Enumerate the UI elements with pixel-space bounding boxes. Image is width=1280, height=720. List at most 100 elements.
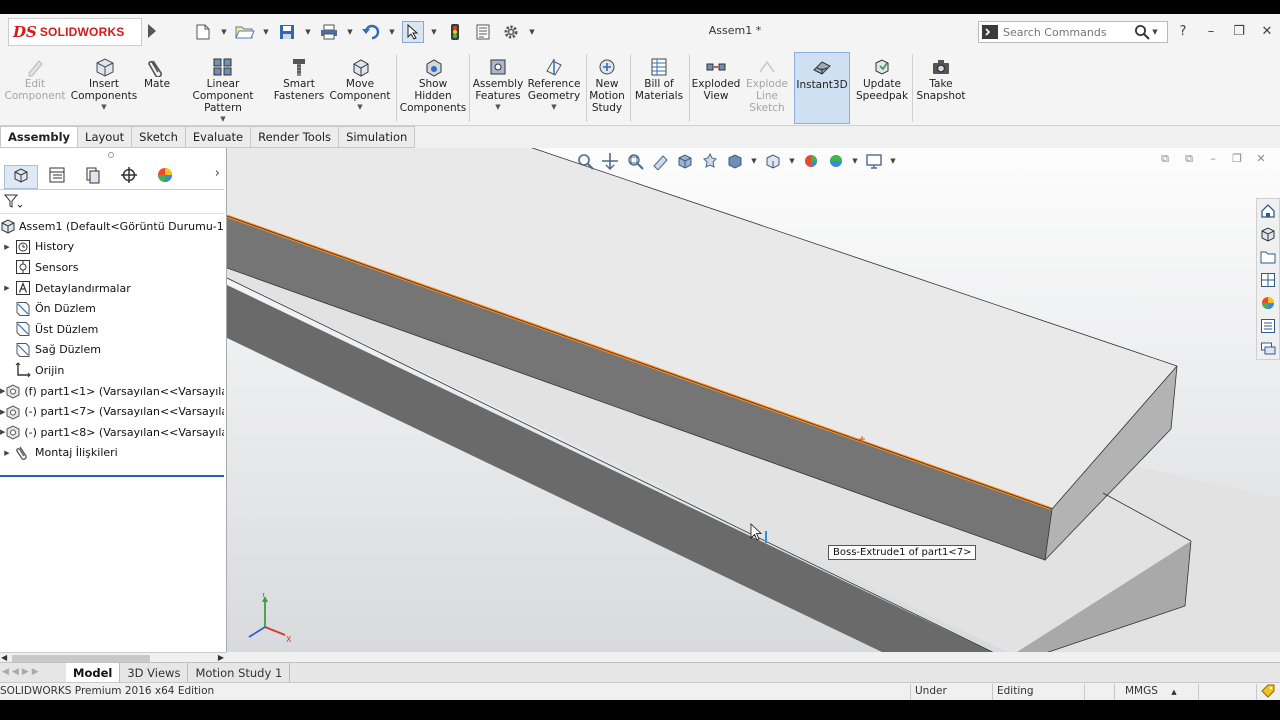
view-orientation-icon[interactable] [675,151,695,171]
tree-item-front-plane[interactable]: Ön Düzlem [0,298,224,319]
tab-motion-study-1[interactable]: Motion Study 1 [188,663,291,682]
viewport-tile-left-icon[interactable]: ⧉ [1158,152,1172,166]
apply-scene-dropdown-icon[interactable]: ▼ [851,157,859,165]
save-icon[interactable] [276,21,298,43]
tab-3d-views[interactable]: 3D Views [120,663,189,682]
mate-button[interactable]: Mate [140,56,174,90]
zoom-to-fit-icon[interactable] [575,151,595,171]
linear-component-pattern-button[interactable]: Linear Component Pattern ▼ [176,56,270,123]
expand-arrow-icon[interactable]: ▶ [0,449,14,457]
move-component-dropdown-icon[interactable]: ▼ [357,103,362,111]
solidworks-resources-home-icon[interactable] [1258,201,1278,222]
hide-show-dropdown-icon[interactable]: ▼ [788,157,796,165]
update-speedpak-button[interactable]: Update Speedpak [854,56,910,102]
search-dropdown-icon[interactable]: ▼ [1151,28,1159,36]
display-style-icon[interactable] [725,151,745,171]
new-document-icon[interactable] [192,21,214,43]
tab-sketch[interactable]: Sketch [132,126,186,148]
insert-components-dropdown-icon[interactable]: ▼ [101,103,106,111]
smart-fasteners-button[interactable]: Smart Fasteners [272,56,326,102]
tab-model[interactable]: Model [66,663,121,682]
scroll-left-icon[interactable]: ◀ [1,653,7,662]
units-dropdown-icon[interactable]: ▲ [1171,688,1176,696]
design-library-icon[interactable] [1258,224,1278,245]
minimize-button[interactable]: – [1202,20,1220,42]
tab-render-tools[interactable]: Render Tools [251,126,340,148]
hide-show-items-icon[interactable] [763,151,783,171]
new-dropdown-icon[interactable]: ▼ [220,28,228,36]
undo-dropdown-icon[interactable]: ▼ [388,28,396,36]
expand-arrow-icon[interactable]: ▶ [0,243,14,251]
tab-feature-tree[interactable] [4,164,38,189]
explode-line-sketch-button[interactable]: Explode Line Sketch [744,56,790,114]
edit-appearance-icon[interactable] [801,151,821,171]
tab-dimxpert-manager[interactable] [112,165,146,189]
scroll-right-icon[interactable]: ▶ [218,653,224,662]
reference-geometry-dropdown-icon[interactable]: ▼ [551,103,556,111]
solidworks-logo[interactable]: DS SOLIDWORKS [8,18,142,46]
graphics-viewport[interactable]: ▼ ▼ ▼ ▼ ⧉ ⧉ – ❐ ✕ Boss-Extrude1 of part1… [227,148,1280,652]
tab-layout[interactable]: Layout [78,126,133,148]
tree-item-part1-8[interactable]: ▶ (-) part1<8> (Varsayılan<<Varsayılan>_ [0,422,224,443]
save-dropdown-icon[interactable]: ▼ [304,28,312,36]
status-tags-icon[interactable] [1256,684,1280,700]
tree-item-sensors[interactable]: Sensors [0,257,224,278]
apply-scene-icon[interactable] [826,151,846,171]
file-explorer-icon[interactable] [1258,247,1278,268]
instant3d-button[interactable]: Instant3D [794,52,850,124]
open-folder-icon[interactable] [234,21,256,43]
tab-scroll-arrows-icon[interactable]: ◀◀▶▶ [2,667,42,677]
print-dropdown-icon[interactable]: ▼ [346,28,354,36]
exploded-view-button[interactable]: Exploded View [690,56,742,102]
tree-root-assembly[interactable]: Assem1 (Default<Görüntü Durumu-1>) [0,216,224,237]
viewport-close-icon[interactable]: ✕ [1254,152,1268,166]
tree-item-mates[interactable]: ▶ Montaj İlişkileri [0,443,224,464]
filter-funnel-icon[interactable] [3,193,23,212]
expand-arrow-icon[interactable]: ▶ [0,284,14,292]
tab-assembly[interactable]: Assembly [0,126,79,148]
tree-item-top-plane[interactable]: Üst Düzlem [0,319,224,340]
reference-triad-icon[interactable]: Y X [241,593,297,649]
command-search-icon[interactable] [981,23,999,41]
tab-property-manager[interactable] [40,165,74,189]
view-palette-icon[interactable] [1258,270,1278,291]
tab-configuration-manager[interactable] [76,165,110,189]
show-hidden-components-button[interactable]: Show Hidden Components [400,56,466,114]
search-input[interactable] [1003,25,1133,39]
insert-components-button[interactable]: Insert Components ▼ [70,56,138,111]
tree-item-part1-7[interactable]: ▶ (-) part1<7> (Varsayılan<<Varsayılan>_ [0,401,224,422]
tab-display-manager[interactable] [148,165,182,189]
tree-item-right-plane[interactable]: Sağ Düzlem [0,340,224,361]
assembly-features-button[interactable]: Assembly Features ▼ [472,56,524,111]
new-motion-study-button[interactable]: New Motion Study [588,56,626,114]
custom-properties-icon[interactable] [1258,315,1278,336]
move-component-button[interactable]: Move Component ▼ [328,56,392,111]
viewport-restore-icon[interactable]: ❐ [1230,152,1244,166]
viewport-tile-right-icon[interactable]: ⧉ [1182,152,1196,166]
file-properties-icon[interactable] [472,21,494,43]
tab-simulation[interactable]: Simulation [339,126,416,148]
panel-grip-icon[interactable] [108,152,114,158]
take-snapshot-button[interactable]: Take Snapshot [914,56,968,102]
restore-button[interactable]: ❐ [1230,20,1248,42]
search-commands-box[interactable]: ▼ [978,21,1168,43]
tree-rollback-bar[interactable] [0,475,224,477]
tree-item-history[interactable]: ▶ History [0,237,224,258]
zoom-to-area-icon[interactable] [600,151,620,171]
tab-evaluate[interactable]: Evaluate [185,126,252,148]
select-arrow-icon[interactable] [402,21,424,43]
undo-icon[interactable] [360,21,382,43]
help-button[interactable]: ? [1174,20,1192,42]
reference-geometry-button[interactable]: Reference Geometry ▼ [526,56,582,111]
rebuild-traffic-light-icon[interactable] [444,21,466,43]
units-selector[interactable]: MMGS ▲ [1114,684,1196,700]
assembly-features-dropdown-icon[interactable]: ▼ [495,103,500,111]
view-settings-monitor-icon[interactable] [864,151,884,171]
display-style-dropdown-icon[interactable]: ▼ [750,157,758,165]
options-dropdown-icon[interactable]: ▼ [528,28,536,36]
menu-expand-arrow-icon[interactable] [148,24,156,38]
view-settings-dropdown-icon[interactable]: ▼ [889,157,897,165]
tree-item-annotations[interactable]: ▶ Detaylandırmalar [0,278,224,299]
close-button[interactable]: ✕ [1258,20,1276,42]
forum-chat-icon[interactable] [1258,338,1278,359]
